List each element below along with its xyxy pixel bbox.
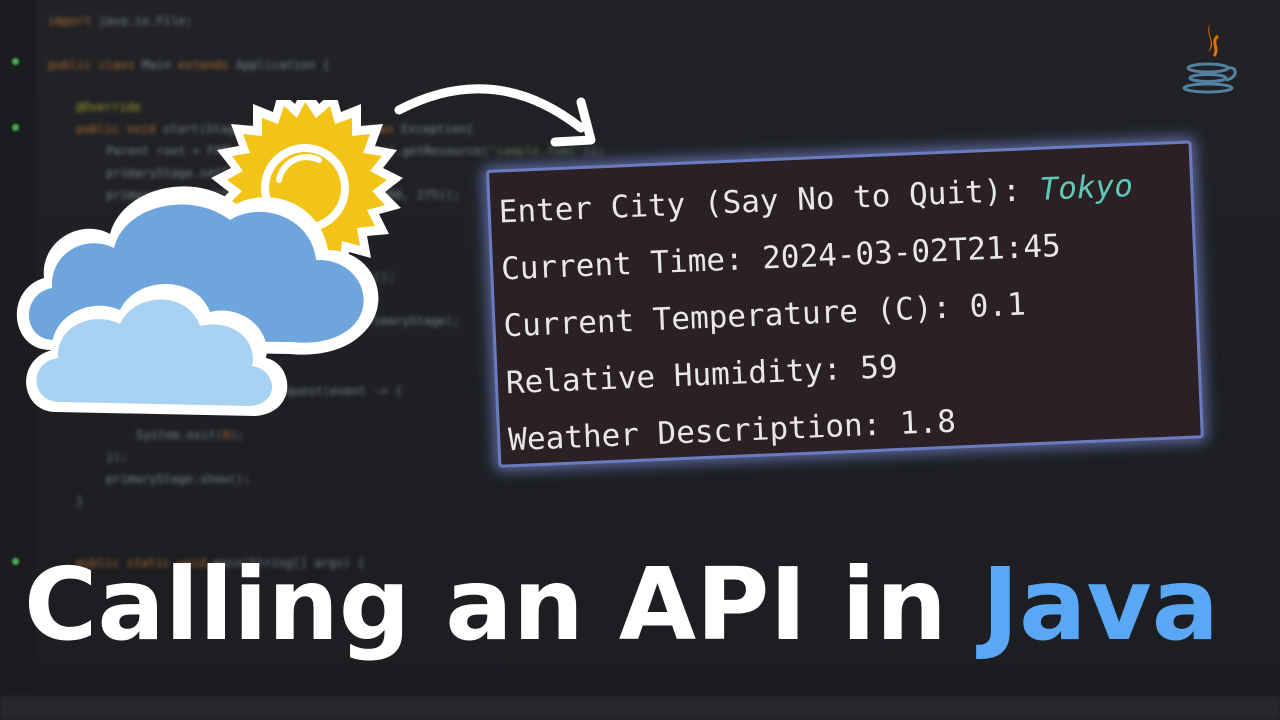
code-line: primaryStage.show(); — [106, 472, 251, 486]
curved-arrow-icon — [394, 84, 596, 147]
headline-prefix: Calling an API in — [24, 546, 982, 663]
java-logo-icon — [1182, 24, 1237, 94]
thumbnail: import java.io.File; public class Main e… — [0, 0, 1280, 720]
code-line: public class Main extends Application { — [48, 58, 330, 72]
code-line: }); — [106, 450, 128, 464]
headline: Calling an API in Java — [24, 540, 1264, 670]
console-output-panel: Enter City (Say No to Quit): Tokyo Curre… — [486, 140, 1204, 468]
editor-status-bar — [0, 696, 1280, 720]
headline-accent-word: Java — [981, 546, 1220, 663]
city-input-value: Tokyo — [1038, 167, 1134, 208]
run-marker-icon — [12, 558, 19, 565]
run-marker-icon — [12, 58, 19, 65]
partly-cloudy-icon — [16, 100, 403, 416]
code-line: import java.io.File; — [48, 14, 193, 28]
code-line: } — [76, 494, 84, 508]
